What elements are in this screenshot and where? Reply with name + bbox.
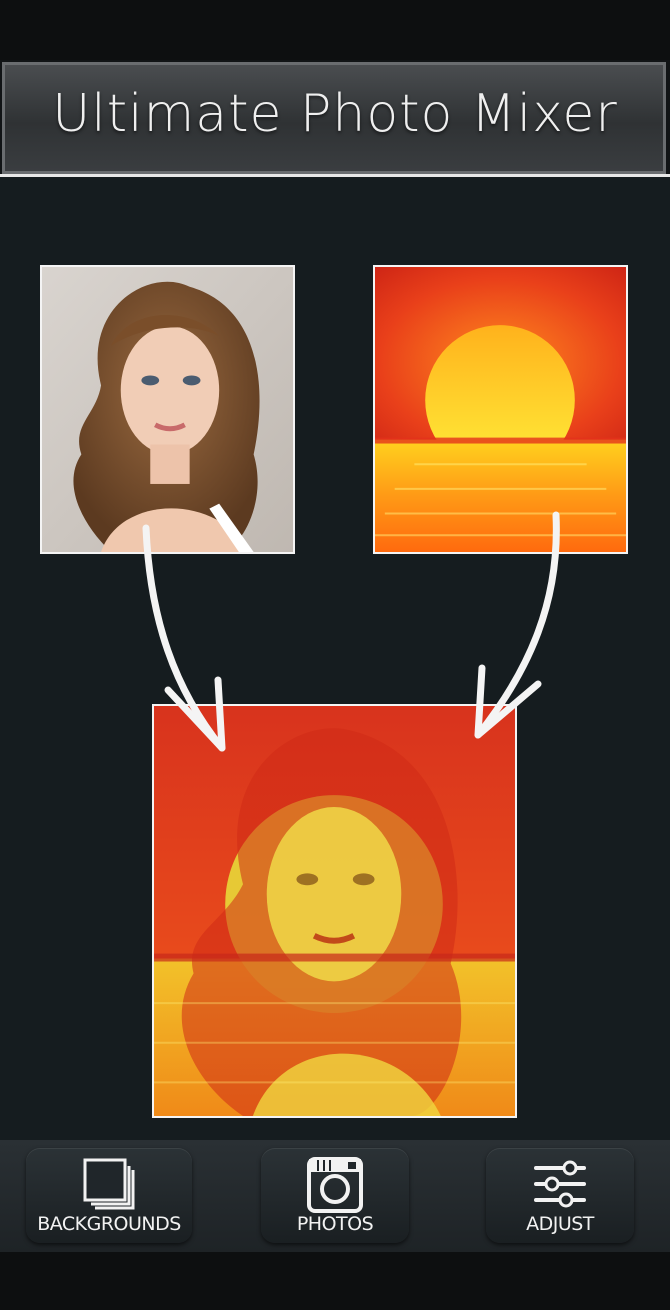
adjust-label: ADJUST: [526, 1213, 594, 1235]
sunset-image: [375, 267, 626, 552]
photos-label: PHOTOS: [296, 1213, 374, 1235]
status-bar: [0, 0, 670, 60]
portrait-image: [42, 267, 293, 552]
backgrounds-label: BACKGROUNDS: [37, 1213, 181, 1235]
sliders-icon: [534, 1160, 586, 1208]
result-image: [154, 706, 515, 1116]
blended-result-image[interactable]: [152, 704, 517, 1118]
camera-icon: [307, 1157, 363, 1213]
backgrounds-stack-icon: [83, 1158, 135, 1210]
backgrounds-button[interactable]: BACKGROUNDS: [26, 1148, 192, 1243]
sunset-thumbnail[interactable]: [373, 265, 628, 554]
navigation-bar: [0, 1252, 670, 1310]
portrait-thumbnail[interactable]: [40, 265, 295, 554]
adjust-button[interactable]: ADJUST: [486, 1148, 634, 1243]
photos-button[interactable]: PHOTOS: [261, 1148, 409, 1243]
app-title: Ultimate Photo Mixer: [52, 84, 618, 144]
